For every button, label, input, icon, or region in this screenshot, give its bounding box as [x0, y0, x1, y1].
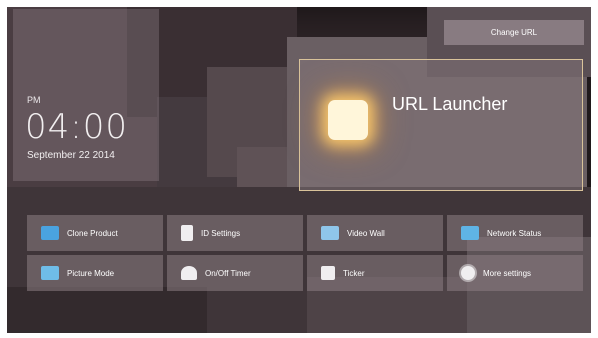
clock-ampm: PM — [27, 95, 41, 105]
url-launcher-tile[interactable]: URL Launcher — [299, 59, 583, 191]
menu-item-label: On/Off Timer — [205, 268, 251, 278]
gear-icon — [461, 266, 475, 280]
video-wall-icon — [321, 226, 339, 240]
timer-icon — [181, 266, 197, 280]
menu-item-label: Network Status — [487, 228, 542, 238]
menu-item-label: Clone Product — [67, 228, 118, 238]
menu-item-on-off-timer[interactable]: On/Off Timer — [167, 255, 303, 291]
menu-item-label: Ticker — [343, 268, 365, 278]
ticker-icon — [321, 266, 335, 280]
menu-item-label: More settings — [483, 268, 532, 278]
menu-item-ticker[interactable]: Ticker — [307, 255, 443, 291]
menu-item-id-settings[interactable]: ID Settings — [167, 215, 303, 251]
menu-item-clone-product[interactable]: Clone Product — [27, 215, 163, 251]
change-url-button[interactable]: Change URL — [444, 20, 584, 45]
settings-menu: Clone Product ID Settings Video Wall Net… — [27, 215, 587, 295]
signage-home-screen: PM 04:00 September 22 2014 Change URL UR… — [7, 7, 591, 333]
menu-item-label: Picture Mode — [67, 268, 115, 278]
id-settings-icon — [181, 225, 193, 241]
clock-time: 04:00 — [25, 107, 128, 147]
menu-item-video-wall[interactable]: Video Wall — [307, 215, 443, 251]
menu-item-picture-mode[interactable]: Picture Mode — [27, 255, 163, 291]
picture-mode-icon — [41, 266, 59, 280]
network-status-icon — [461, 226, 479, 240]
url-launcher-title: URL Launcher — [392, 94, 508, 114]
clock-date: September 22 2014 — [27, 150, 115, 161]
menu-item-more-settings[interactable]: More settings — [447, 255, 583, 291]
menu-item-label: Video Wall — [347, 228, 385, 238]
menu-item-label: ID Settings — [201, 228, 241, 238]
url-launcher-icon — [328, 100, 368, 140]
clone-icon — [41, 226, 59, 240]
menu-item-network-status[interactable]: Network Status — [447, 215, 583, 251]
